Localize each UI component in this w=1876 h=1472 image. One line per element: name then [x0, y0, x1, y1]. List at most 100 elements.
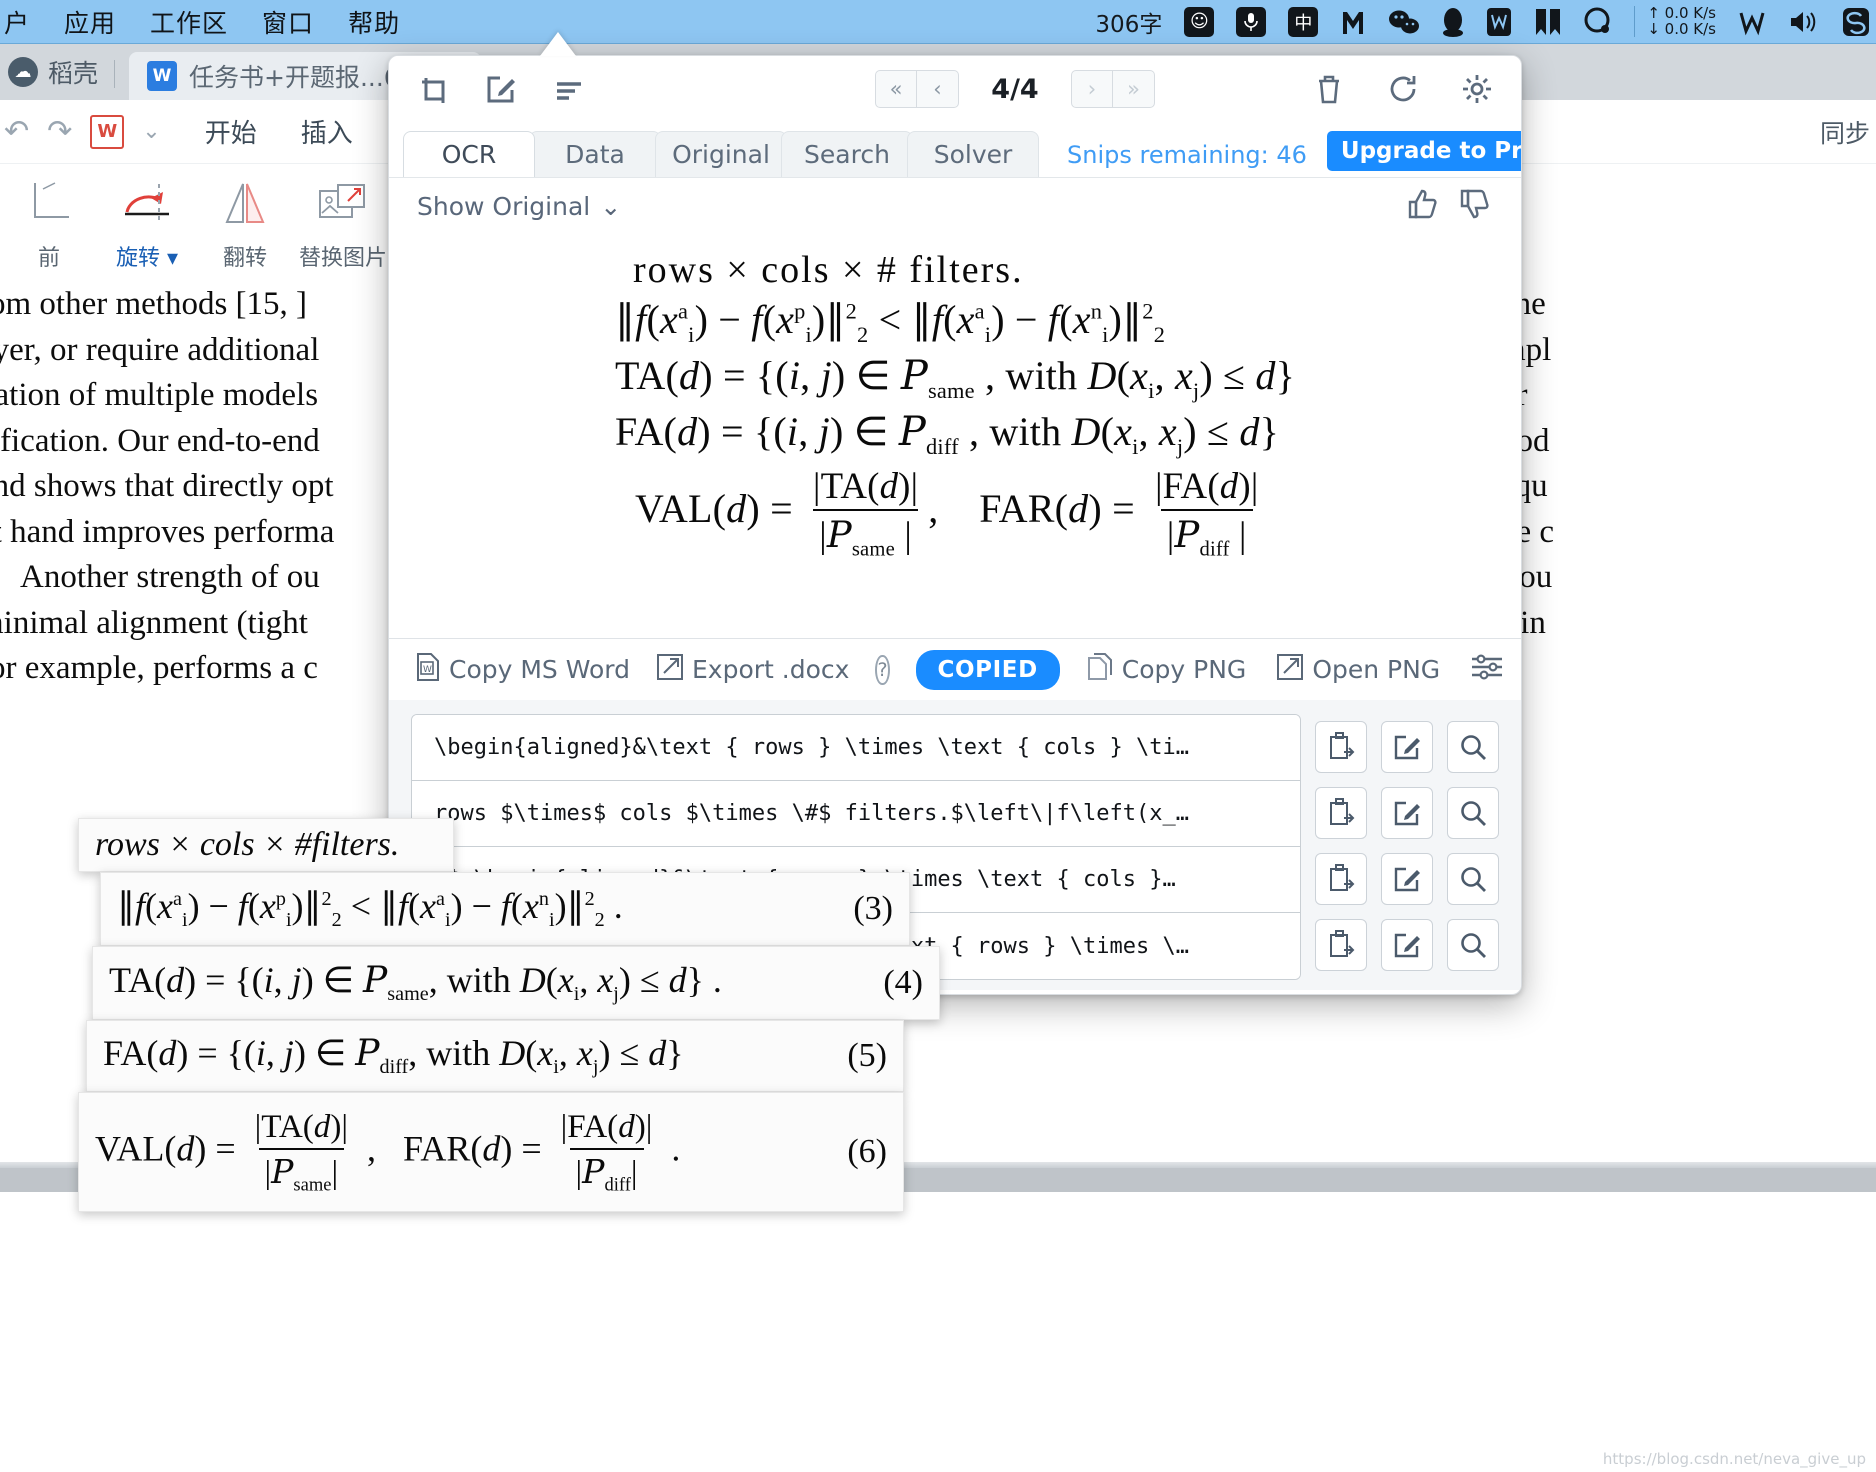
volume-icon[interactable]	[1788, 9, 1820, 35]
mathpix-topbar: « ‹ 4/4 › »	[389, 56, 1521, 122]
help-icon[interactable]: ?	[875, 654, 890, 685]
snip-icon[interactable]	[413, 69, 453, 109]
edit-result-icon[interactable]	[1381, 919, 1433, 971]
tab-solver[interactable]: Solver	[907, 131, 1039, 177]
show-original-toggle[interactable]: Show Original ⌄	[417, 192, 621, 221]
tool-rotate[interactable]: 旋转 ▾	[98, 172, 196, 272]
doc-line: ur	[1500, 373, 1876, 419]
copy-png-button[interactable]: Copy PNG	[1086, 652, 1246, 688]
sliders-icon[interactable]	[1470, 652, 1504, 687]
word-doc-icon: W	[147, 61, 178, 91]
copy-to-clipboard-icon[interactable]	[1315, 721, 1367, 773]
sync-label[interactable]: 同步	[1820, 114, 1876, 150]
tab-ocr[interactable]: OCR	[403, 131, 535, 177]
tool-replace-image[interactable]: 替换图片	[294, 172, 392, 272]
emoji-icon[interactable]: ☺	[1184, 6, 1215, 37]
page-bottom-area	[0, 1196, 1876, 1472]
replace-image-icon	[316, 172, 370, 234]
copy-ms-word-button[interactable]: W Copy MS Word	[415, 652, 630, 688]
menu-window[interactable]: 窗口	[262, 4, 314, 40]
edit-icon[interactable]	[481, 69, 521, 109]
next-page-button[interactable]: ›	[1071, 70, 1113, 108]
tool-crop[interactable]: 前	[0, 172, 98, 272]
chinese-ime-icon[interactable]: 中	[1288, 6, 1319, 37]
latex-result-row[interactable]: \begin{aligned}&\text { rows } \times \t…	[412, 715, 1300, 781]
doc-line: and shows that directly opt	[0, 468, 334, 505]
word-count-indicator: 306字	[1095, 11, 1163, 38]
upgrade-to-pro-button[interactable]: Upgrade to Pro	[1326, 131, 1521, 171]
mathpix-action-bar: W Copy MS Word Export .docx ? COPIED Cop…	[389, 638, 1521, 700]
doc-line: ne c	[1500, 513, 1555, 550]
sogou-icon[interactable]	[1842, 7, 1870, 37]
settings-gear-icon[interactable]	[1457, 69, 1497, 109]
search-result-icon[interactable]	[1447, 853, 1499, 905]
open-png-button[interactable]: Open PNG	[1276, 653, 1440, 687]
tab-original[interactable]: Original	[655, 131, 787, 177]
copy-to-clipboard-icon[interactable]	[1315, 787, 1367, 839]
svg-text:W: W	[423, 665, 432, 675]
tool-flip[interactable]: 翻转	[196, 172, 294, 272]
menu-help[interactable]: 帮助	[348, 4, 400, 40]
copy-to-clipboard-icon[interactable]	[1315, 919, 1367, 971]
cloud-icon: ☁	[8, 57, 38, 87]
overlay-eq-rows: rows × cols × #filters.	[78, 818, 454, 872]
page-next-group: › »	[1071, 70, 1155, 108]
overlay-eq-tag: (6)	[847, 1133, 887, 1170]
menu-apps[interactable]: 应用	[64, 4, 116, 40]
edit-result-icon[interactable]	[1381, 721, 1433, 773]
qq-music-icon[interactable]	[1584, 7, 1612, 37]
ribbon-tab-start[interactable]: 开始	[205, 113, 257, 150]
overlay-eq-tag: (5)	[847, 1037, 887, 1074]
first-page-button[interactable]: «	[875, 70, 917, 108]
search-result-icon[interactable]	[1447, 787, 1499, 839]
math-block: rows × cols × # filters. ∥f(xai) − f(xpi…	[615, 248, 1295, 561]
menu-user[interactable]: 户	[4, 4, 30, 40]
copy-to-clipboard-icon[interactable]	[1315, 853, 1367, 905]
external-link-icon	[1276, 653, 1304, 687]
microphone-icon[interactable]	[1236, 6, 1267, 37]
redo-icon[interactable]: ↷	[47, 114, 72, 149]
trash-icon[interactable]	[1309, 69, 1349, 109]
page-counter: 4/4	[991, 73, 1039, 105]
wps-logo-icon[interactable]	[1738, 8, 1766, 36]
edit-result-icon[interactable]	[1381, 853, 1433, 905]
menu-workspace[interactable]: 工作区	[150, 4, 228, 40]
copied-status-badge: COPIED	[915, 649, 1060, 690]
bookmark-icon[interactable]	[1534, 7, 1562, 37]
chevron-down-icon[interactable]: ⌄	[142, 119, 160, 144]
list-icon[interactable]	[549, 69, 589, 109]
doc-line: nation of multiple models	[0, 377, 319, 414]
doc-line: cne	[1500, 286, 1546, 322]
save-as-word-icon[interactable]: W	[90, 114, 125, 149]
thumbs-down-icon[interactable]	[1459, 188, 1493, 225]
search-result-icon[interactable]	[1447, 721, 1499, 773]
overlay-eq-tag: (4)	[883, 964, 923, 1001]
overlay-eq-3: ∥f(xai) − f(xpi)∥22 < ∥f(xai) − f(xni)∥2…	[100, 872, 910, 946]
mathpix-topbar-right	[1309, 69, 1497, 109]
export-docx-button[interactable]: Export .docx	[656, 653, 849, 687]
system-menubar: 户 应用 工作区 窗口 帮助 306字 ☺ 中 ↑ 0.0 K/s ↓ 0.0 …	[0, 0, 1876, 44]
wechat-icon[interactable]	[1388, 9, 1420, 35]
thumbs-up-icon[interactable]	[1407, 188, 1441, 225]
prev-page-button[interactable]: ‹	[917, 70, 959, 108]
doc-line: sification. Our end-to-end	[0, 422, 320, 459]
undo-icon[interactable]: ↶	[4, 114, 29, 149]
last-page-button[interactable]: »	[1113, 70, 1155, 108]
edit-result-icon[interactable]	[1381, 787, 1433, 839]
doc-line: for example, performs a c	[0, 650, 318, 687]
tab-search[interactable]: Search	[781, 131, 913, 177]
overlay-eq-tag: (3)	[853, 890, 893, 927]
doc-line: hod	[1500, 422, 1550, 459]
wps-cloud-button[interactable]: ☁ 稻壳	[0, 54, 114, 100]
menubar-menus: 户 应用 工作区 窗口 帮助	[0, 4, 400, 40]
snips-remaining-label: Snips remaining: 46	[1067, 141, 1307, 169]
mathpix-icon[interactable]	[1340, 8, 1366, 36]
chevron-down-icon: ⌄	[600, 191, 622, 221]
tab-data[interactable]: Data	[529, 131, 661, 177]
search-result-icon[interactable]	[1447, 919, 1499, 971]
wps-tray-icon[interactable]	[1486, 7, 1512, 37]
refresh-icon[interactable]	[1383, 69, 1423, 109]
ribbon-tab-insert[interactable]: 插入	[301, 113, 353, 150]
qq-penguin-icon[interactable]	[1442, 7, 1464, 37]
export-docx-label: Export .docx	[692, 655, 850, 684]
